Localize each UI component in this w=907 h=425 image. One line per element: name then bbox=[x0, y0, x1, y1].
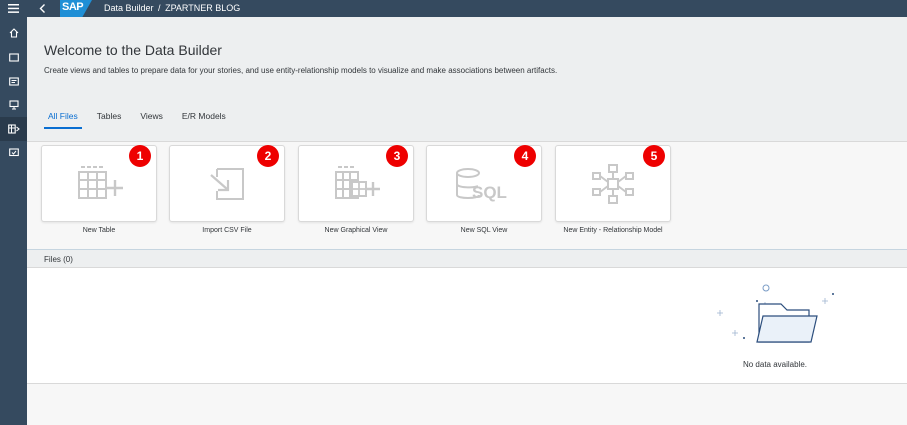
nav-home[interactable] bbox=[0, 21, 27, 45]
empty-folder-illustration-icon bbox=[717, 284, 834, 343]
new-graphical-view-tile[interactable]: 3 bbox=[298, 145, 414, 222]
data-builder-icon bbox=[7, 124, 20, 134]
tile-import-csv-wrap: 2 Import CSV File bbox=[169, 145, 285, 234]
page-header: Welcome to the Data Builder Create views… bbox=[27, 17, 907, 142]
tile-sql-view-wrap: SQL 4 New SQL View bbox=[426, 145, 542, 234]
empty-state-text: No data available. bbox=[742, 360, 808, 369]
page-footer-area bbox=[27, 385, 907, 425]
step-badge: 2 bbox=[257, 145, 279, 167]
tile-label: New Table bbox=[82, 227, 116, 234]
step-badge: 4 bbox=[514, 145, 536, 167]
files-list: No data available. bbox=[27, 268, 907, 384]
tile-er-model-wrap: 5 New Entity - Relationship Model bbox=[555, 145, 671, 234]
nav-presentation[interactable] bbox=[0, 93, 27, 117]
tab-tables[interactable]: Tables bbox=[93, 111, 126, 129]
left-navigation bbox=[0, 17, 27, 425]
tile-label: New Graphical View bbox=[324, 227, 388, 234]
er-model-icon bbox=[592, 163, 634, 204]
import-icon bbox=[210, 167, 244, 200]
tile-graphical-view-wrap: 3 New Graphical View bbox=[298, 145, 414, 234]
new-er-model-tile[interactable]: 5 bbox=[555, 145, 671, 222]
new-sql-view-tile[interactable]: SQL 4 bbox=[426, 145, 542, 222]
import-csv-tile[interactable]: 2 bbox=[169, 145, 285, 222]
nav-files[interactable] bbox=[0, 45, 27, 69]
sql-view-icon: SQL bbox=[456, 167, 507, 202]
breadcrumb-current: ZPARTNER BLOG bbox=[165, 3, 241, 13]
step-badge: 3 bbox=[386, 145, 408, 167]
svg-text:SQL: SQL bbox=[472, 183, 507, 202]
files-header: Files (0) bbox=[27, 249, 907, 268]
tile-label: New SQL View bbox=[460, 227, 508, 234]
breadcrumb: Data Builder / ZPARTNER BLOG bbox=[104, 3, 240, 13]
step-badge: 5 bbox=[643, 145, 665, 167]
nav-data-builder[interactable] bbox=[0, 117, 27, 141]
nav-catalog[interactable] bbox=[0, 69, 27, 93]
create-tiles: 1 New Table 2 Import CSV File 3 New Grap… bbox=[27, 142, 907, 248]
shell-bar: SAP Data Builder / ZPARTNER BLOG bbox=[0, 0, 907, 17]
sap-logo[interactable]: SAP bbox=[60, 0, 92, 17]
folder-icon bbox=[8, 52, 19, 62]
chevron-left-icon[interactable] bbox=[33, 0, 51, 17]
nav-monitor[interactable] bbox=[0, 141, 27, 165]
presentation-icon bbox=[8, 100, 19, 110]
new-table-icon bbox=[78, 165, 123, 199]
hamburger-menu-icon[interactable] bbox=[0, 0, 27, 17]
tile-label: Import CSV File bbox=[202, 227, 252, 234]
breadcrumb-separator: / bbox=[158, 3, 161, 13]
page-subtitle: Create views and tables to prepare data … bbox=[44, 66, 558, 75]
tab-views[interactable]: Views bbox=[136, 111, 167, 129]
breadcrumb-parent[interactable]: Data Builder bbox=[104, 3, 154, 13]
tab-all-files[interactable]: All Files bbox=[44, 111, 82, 129]
tab-bar: All Files Tables Views E/R Models bbox=[44, 111, 241, 129]
monitor-icon bbox=[8, 148, 19, 157]
tile-label: New Entity - Relationship Model bbox=[563, 227, 663, 234]
page-title: Welcome to the Data Builder bbox=[44, 42, 222, 58]
tab-er-models[interactable]: E/R Models bbox=[178, 111, 230, 129]
files-count-label: Files (0) bbox=[44, 255, 73, 264]
home-icon bbox=[9, 28, 18, 38]
step-badge: 1 bbox=[129, 145, 151, 167]
graphical-view-icon bbox=[335, 165, 380, 199]
new-table-tile[interactable]: 1 bbox=[41, 145, 157, 222]
tile-new-table-wrap: 1 New Table bbox=[41, 145, 157, 234]
catalog-icon bbox=[8, 76, 19, 86]
